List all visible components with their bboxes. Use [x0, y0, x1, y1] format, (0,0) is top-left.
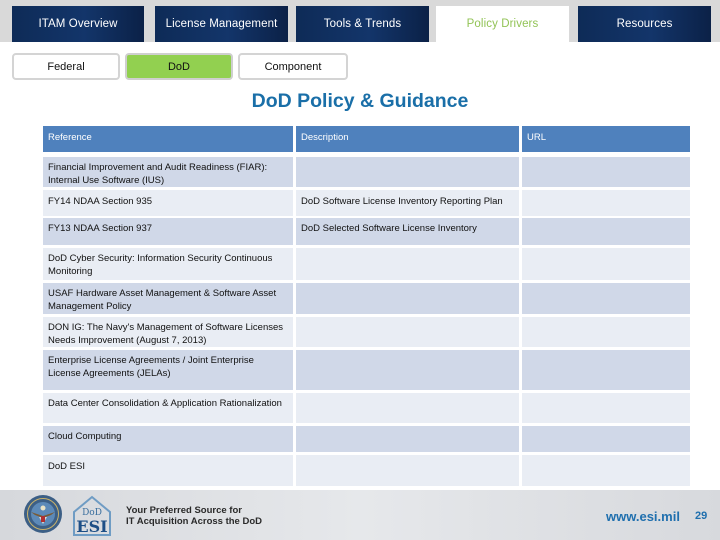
cell-url[interactable] — [522, 350, 690, 390]
table-row: DON IG: The Navy's Management of Softwar… — [43, 317, 690, 347]
cell-url[interactable] — [522, 317, 690, 347]
cell-url[interactable] — [522, 248, 690, 280]
tab-license-management[interactable]: License Management — [155, 6, 288, 42]
subtab-federal[interactable]: Federal — [12, 53, 120, 80]
table-row: FY13 NDAA Section 937 DoD Selected Softw… — [43, 218, 690, 245]
tagline-line-1: Your Preferred Source for — [126, 505, 242, 516]
page-title: DoD Policy & Guidance — [251, 90, 469, 112]
table-row: DoD ESI — [43, 455, 690, 486]
header-reference: Reference — [43, 126, 293, 152]
cell-reference[interactable]: Enterprise License Agreements / Joint En… — [43, 350, 293, 390]
cell-reference[interactable]: FY13 NDAA Section 937 — [43, 218, 293, 245]
tab-tools-trends[interactable]: Tools & Trends — [296, 6, 429, 42]
table-row: FY14 NDAA Section 935 DoD Software Licen… — [43, 190, 690, 216]
cell-description — [296, 157, 519, 187]
cell-description — [296, 455, 519, 486]
cell-url[interactable] — [522, 426, 690, 452]
cell-reference[interactable]: DON IG: The Navy's Management of Softwar… — [43, 317, 293, 347]
tab-itam-overview[interactable]: ITAM Overview — [12, 6, 144, 42]
cell-url[interactable] — [522, 190, 690, 216]
tab-policy-drivers[interactable]: Policy Drivers — [436, 6, 569, 42]
cell-url[interactable] — [522, 218, 690, 245]
cell-url[interactable] — [522, 455, 690, 486]
tab-resources[interactable]: Resources — [578, 6, 711, 42]
cell-url[interactable] — [522, 157, 690, 187]
table-row: Financial Improvement and Audit Readines… — [43, 157, 690, 187]
table-header-row: Reference Description URL — [43, 126, 690, 152]
cell-reference[interactable]: FY14 NDAA Section 935 — [43, 190, 293, 216]
cell-description — [296, 317, 519, 347]
cell-reference[interactable]: USAF Hardware Asset Management & Softwar… — [43, 283, 293, 314]
cell-reference[interactable]: DoD Cyber Security: Information Security… — [43, 248, 293, 280]
cell-description — [296, 248, 519, 280]
table-row: Cloud Computing — [43, 426, 690, 452]
cell-reference[interactable]: DoD ESI — [43, 455, 293, 486]
subtab-component[interactable]: Component — [238, 53, 348, 80]
tagline-line-2: IT Acquisition Across the DoD — [126, 516, 263, 527]
table-row: USAF Hardware Asset Management & Softwar… — [43, 283, 690, 314]
footer-tagline: Your Preferred Source for IT Acquisition… — [126, 505, 262, 527]
subtab-dod[interactable]: DoD — [125, 53, 233, 80]
cell-description — [296, 393, 519, 423]
cell-reference[interactable]: Financial Improvement and Audit Readines… — [43, 157, 293, 187]
page-number: 29 — [695, 510, 708, 522]
site-url-link[interactable]: www.esi.mil — [606, 509, 680, 524]
dod-seal-icon — [24, 495, 62, 533]
cell-description: DoD Selected Software License Inventory — [296, 218, 519, 245]
table-row: DoD Cyber Security: Information Security… — [43, 248, 690, 280]
esi-logo-bottom-text: ESI — [76, 517, 107, 536]
cell-url[interactable] — [522, 283, 690, 314]
table-row: Data Center Consolidation & Application … — [43, 393, 690, 423]
header-url: URL — [522, 126, 690, 152]
cell-reference[interactable]: Data Center Consolidation & Application … — [43, 393, 293, 423]
header-description: Description — [296, 126, 519, 152]
esi-logo-icon: DoD ESI — [73, 495, 111, 536]
cell-url[interactable] — [522, 393, 690, 423]
cell-description — [296, 283, 519, 314]
cell-description — [296, 350, 519, 390]
cell-description: DoD Software License Inventory Reporting… — [296, 190, 519, 216]
cell-reference[interactable]: Cloud Computing — [43, 426, 293, 452]
cell-description — [296, 426, 519, 452]
table-row: Enterprise License Agreements / Joint En… — [43, 350, 690, 390]
